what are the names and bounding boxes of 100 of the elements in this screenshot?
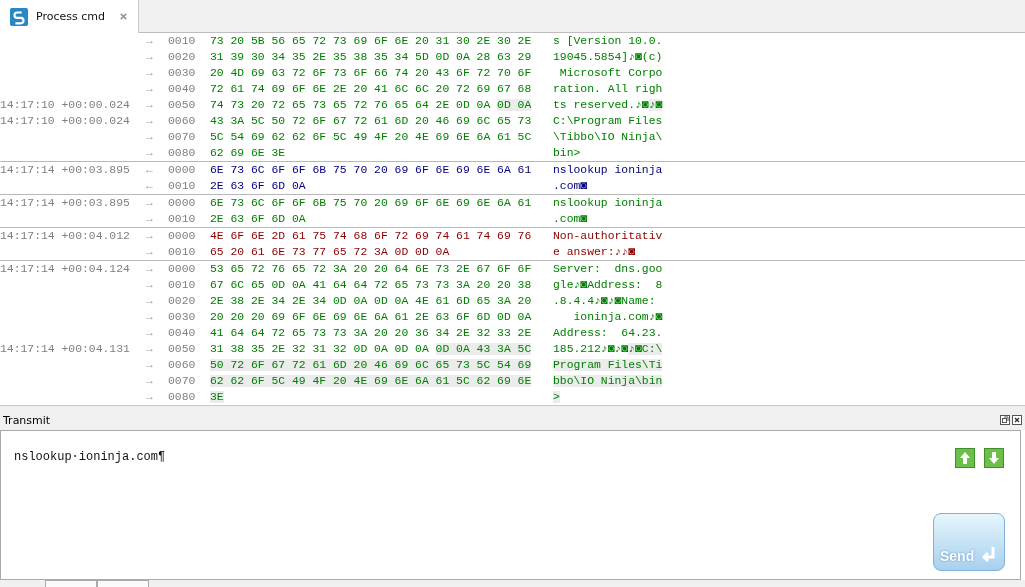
direction-arrow: →: [146, 66, 154, 81]
offset: 0000: [168, 163, 197, 178]
offset: 0050: [168, 342, 197, 357]
offset: 0070: [168, 374, 197, 389]
offset: 0000: [168, 262, 197, 277]
hex-bytes: 0D 0A: [497, 99, 532, 111]
restore-icon[interactable]: [1000, 415, 1010, 425]
offset: 0030: [168, 310, 197, 325]
hex-bytes: 53 65 72 76 65 72 3A 20 20 64 6E 73 2E 67 6F 6F: [210, 263, 532, 275]
bottom-tab[interactable]: [97, 580, 149, 587]
direction-arrow: →: [146, 34, 154, 49]
timestamp: 14:17:10 +00:00.024: [0, 99, 130, 111]
direction-arrow: →: [146, 229, 154, 244]
ascii-text: 185.212♪◙♪◙: [553, 343, 629, 355]
ascii-text: bbo\IO Ninja\bin: [553, 375, 663, 387]
ascii-text: Microsoft Corpo: [558, 67, 663, 79]
direction-arrow: →: [146, 130, 154, 145]
direction-arrow: →: [146, 50, 154, 65]
offset: 0020: [168, 294, 197, 309]
offset: 0060: [168, 358, 197, 373]
offset: 0020: [168, 50, 197, 65]
panel-title: Transmit: [3, 413, 51, 427]
ascii-text: ♪◙: [648, 99, 663, 111]
offset: 0030: [168, 66, 197, 81]
app-logo-icon: [10, 7, 28, 26]
close-icon[interactable]: [1012, 415, 1022, 425]
ascii-text: .com◙: [553, 180, 588, 192]
ascii-text: gle♪◙Address: 8: [553, 279, 663, 291]
hex-bytes: 6E 73 6C 6F 6F 6B 75 70 20 69 6F 6E 69 6E 6A 61: [210, 197, 532, 209]
ascii-text: nslookup ioninja: [553, 197, 663, 209]
ascii-text: >: [553, 391, 560, 403]
offset: 0060: [168, 114, 197, 129]
direction-arrow: →: [146, 278, 154, 293]
ascii-text: bin>: [553, 147, 581, 159]
timestamp: 14:17:14 +00:03.895: [0, 164, 130, 176]
hex-bytes: 43 3A 5C 50 72 6F 67 72 61 6D 20 46 69 6C 65 73: [210, 115, 532, 127]
ascii-text: .8.4.4♪◙♪◙Name:: [553, 295, 657, 307]
ascii-text: e answer:♪♪◙: [553, 246, 636, 258]
direction-arrow: →: [146, 326, 154, 341]
offset: 0010: [168, 212, 197, 227]
direction-arrow: →: [146, 310, 154, 325]
hex-bytes: 6E 73 6C 6F 6F 6B 75 70 20 69 6F 6E 69 6E 6A 61: [210, 164, 532, 176]
hex-bytes: 74 73 20 72 65 73 65 72 76 65 64 2E 0D 0A: [210, 99, 491, 111]
direction-arrow: →: [146, 390, 154, 403]
direction-arrow: ←: [146, 163, 154, 178]
offset: 0010: [168, 34, 197, 49]
ascii-text: ts reserved.♪◙: [553, 99, 649, 111]
hex-bytes: 65 20 61 6E 73 77 65 72 3A 0D 0D 0A: [210, 246, 450, 258]
transmit-editor[interactable]: nslookup·ioninja.com¶ Send: [0, 430, 1021, 580]
ascii-text: ration. All righ: [553, 83, 663, 95]
hex-bytes: 2E 63 6F 6D 0A: [210, 180, 306, 192]
hex-bytes: 0D 0A 43 3A 5C: [435, 343, 532, 355]
hex-bytes: 2E 63 6F 6D 0A: [210, 213, 306, 225]
tab[interactable]: Process cmd: [0, 0, 139, 33]
hex-bytes: 41 64 64 72 65 73 73 3A 20 20 36 34 2E 32 33 2E: [210, 327, 532, 339]
hex-bytes: 20 20 20 69 6F 6E 69 6E 6A 61 2E 63 6F 6D 0D 0A: [210, 311, 532, 323]
timestamp: 14:17:10 +00:00.024: [0, 115, 130, 127]
direction-arrow: →: [146, 374, 154, 389]
ascii-text: Address: 64.23.: [553, 327, 663, 339]
direction-arrow: →: [146, 98, 154, 113]
transmit-text: nslookup·ioninja.com¶: [14, 450, 166, 464]
bottom-tab[interactable]: [45, 580, 97, 587]
direction-arrow: →: [146, 358, 154, 373]
hex-bytes: 73 20 5B 56 65 72 73 69 6F 6E 20 31 30 2E 30 2E: [210, 35, 532, 47]
direction-arrow: →: [146, 196, 154, 211]
ascii-text: Server: dns.goo: [553, 263, 663, 275]
ascii-text: nslookup ioninja: [553, 164, 663, 176]
offset: 0080: [168, 146, 197, 161]
direction-arrow: →: [146, 82, 154, 97]
direction-arrow: →: [146, 294, 154, 309]
timestamp: 14:17:14 +00:03.895: [0, 197, 130, 209]
offset: 0040: [168, 326, 197, 341]
hex-bytes: 62 69 6E 3E: [210, 147, 286, 159]
offset: 0000: [168, 196, 197, 211]
offset: 0000: [168, 229, 197, 244]
hex-bytes: 62 62 6F 5C 49 4F 20 4E 69 6E 6A 61 5C 62 69 6E: [210, 375, 532, 387]
ascii-text: ioninja.com♪◙: [572, 311, 663, 323]
ascii-text: \Tibbo\IO Ninja\: [553, 131, 663, 143]
hex-bytes: 5C 54 69 62 62 6F 5C 49 4F 20 4E 69 6E 6A 61 5C: [210, 131, 532, 143]
ascii-text: 19045.5854]♪◙(c): [553, 51, 663, 63]
timestamp: 14:17:14 +00:04.124: [0, 263, 130, 275]
ascii-text: ♪◙C:\: [628, 343, 663, 355]
offset: 0010: [168, 245, 197, 260]
offset: 0070: [168, 130, 197, 145]
hex-bytes: 67 6C 65 0D 0A 41 64 64 72 65 73 73 3A 20 20 38: [210, 279, 532, 291]
ascii-text: s [Version 10.0.: [553, 35, 663, 47]
hex-bytes: 2E 38 2E 34 2E 34 0D 0A 0D 0A 4E 61 6D 65 3A 20: [210, 295, 532, 307]
offset: 0010: [168, 179, 197, 194]
ascii-text: C:\Program Files: [553, 115, 663, 127]
ascii-text: Non-authoritativ: [553, 230, 663, 242]
timestamp: 14:17:14 +00:04.131: [0, 343, 130, 355]
tab-title: Process cmd: [36, 10, 105, 23]
direction-arrow: →: [146, 114, 154, 129]
ascii-text: .com◙: [553, 213, 588, 225]
hex-bytes: 31 38 35 2E 32 31 32 0D 0A 0D 0A: [210, 343, 429, 355]
hex-bytes: 31 39 30 34 35 2E 35 38 35 34 5D 0D 0A 28 63 29: [210, 51, 532, 63]
offset: 0050: [168, 98, 197, 113]
hex-bytes: 3E: [210, 391, 224, 403]
direction-arrow: →: [146, 146, 154, 161]
direction-arrow: →: [146, 245, 154, 260]
